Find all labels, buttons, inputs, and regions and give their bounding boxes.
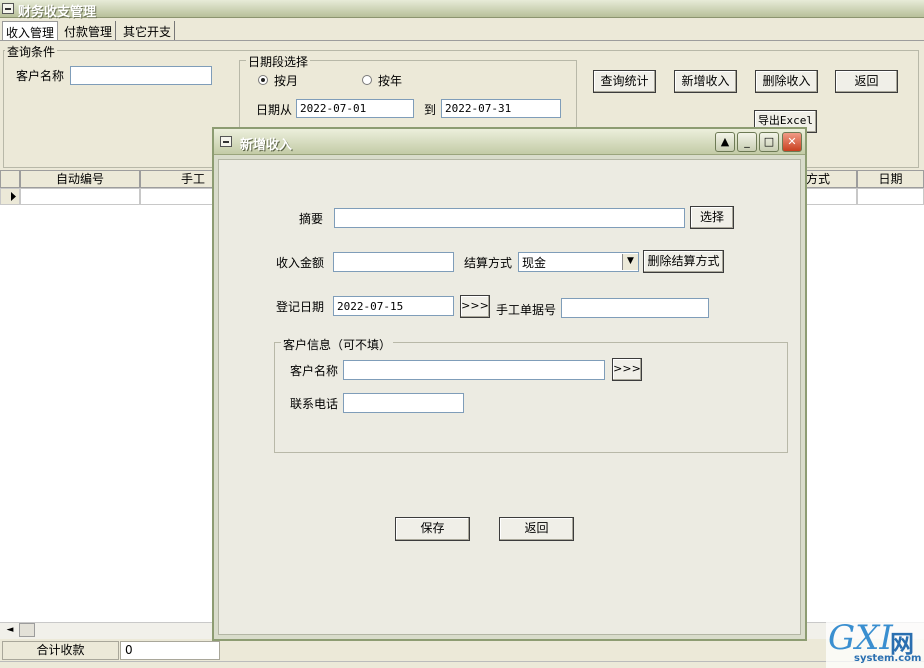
summary-input[interactable] (334, 208, 685, 228)
dialog-back-button[interactable]: 返回 (499, 517, 574, 541)
select-summary-button[interactable]: 选择 (690, 206, 734, 229)
summary-label: 摘要 (299, 212, 324, 226)
delete-income-button[interactable]: 删除收入 (755, 70, 818, 93)
amount-label: 收入金额 (276, 256, 325, 270)
dropdown-arrow-icon[interactable]: ▼ (622, 254, 638, 270)
manual-no-input[interactable] (561, 298, 709, 318)
minimize-icon[interactable]: _ (737, 132, 757, 152)
customer-name-field-label: 客户名称 (290, 364, 339, 378)
date-to-separator: 到 (424, 101, 437, 118)
amount-input[interactable] (333, 252, 454, 272)
maximize-icon[interactable]: □ (759, 132, 779, 152)
reg-date-label: 登记日期 (276, 300, 325, 314)
customer-info-group-label: 客户信息（可不填） (281, 336, 394, 353)
tab-other-expense[interactable]: 其它开支 (120, 21, 176, 41)
scroll-left-icon[interactable]: ◄ (2, 624, 18, 637)
settle-method-select[interactable]: 现金 (518, 252, 639, 272)
customer-name-input[interactable] (70, 66, 212, 85)
system-menu-icon[interactable] (2, 3, 14, 14)
date-range-groupbox (239, 60, 577, 130)
date-to-input[interactable] (441, 99, 561, 118)
customer-picker-button[interactable]: >>> (612, 358, 642, 381)
grid-col-manual-no[interactable]: 手工单 (140, 170, 214, 202)
reg-date-input[interactable] (333, 296, 454, 316)
radio-by-month[interactable] (258, 75, 268, 85)
dialog-client-area: 摘要 选择 收入金额 结算方式 现金 ▼ 删除结算方式 登记日期 >>> 手工单… (218, 159, 801, 635)
radio-by-year-label: 按年 (378, 74, 403, 88)
phone-input[interactable] (343, 393, 464, 413)
tab-payment[interactable]: 付款管理 (61, 21, 117, 41)
settle-method-value: 现金 (522, 256, 547, 270)
back-button[interactable]: 返回 (835, 70, 898, 93)
total-value: 0 (120, 641, 220, 660)
close-icon[interactable]: ✕ (782, 132, 802, 152)
add-income-button[interactable]: 新增收入 (674, 70, 737, 93)
reg-date-picker-button[interactable]: >>> (460, 295, 490, 318)
scroll-thumb[interactable] (19, 623, 35, 637)
grid-col-settle[interactable]: 方式 (805, 170, 857, 188)
watermark-domain: system.com (854, 653, 922, 664)
radio-by-month-label: 按月 (274, 74, 299, 88)
manual-no-label: 手工单据号 (496, 303, 557, 317)
dialog-system-menu-icon[interactable] (220, 136, 232, 147)
customer-name-label: 客户名称 (16, 69, 65, 83)
customer-name-field[interactable] (343, 360, 605, 380)
settle-method-label: 结算方式 (464, 256, 513, 270)
query-group-label: 查询条件 (5, 43, 58, 60)
add-income-dialog: 新增收入 ▲ _ □ ✕ 摘要 选择 收入金额 结算方式 现金 ▼ 删除结算方式… (212, 127, 807, 641)
date-from-input[interactable] (296, 99, 414, 118)
total-label: 合计收款 (2, 641, 119, 660)
grid-cell[interactable] (857, 188, 924, 205)
grid-corner-header (0, 170, 20, 188)
grid-col-date[interactable]: 日期 (857, 170, 924, 188)
radio-by-year[interactable] (362, 75, 372, 85)
save-button[interactable]: 保存 (395, 517, 470, 541)
dialog-title: 新增收入 (240, 138, 293, 153)
scroll-up-icon[interactable]: ▲ (715, 132, 735, 152)
status-strip (0, 661, 924, 668)
window-title: 财务收支管理 (18, 5, 97, 20)
phone-label: 联系电话 (290, 397, 339, 411)
grid-cell[interactable] (805, 188, 857, 205)
delete-settle-method-button[interactable]: 删除结算方式 (643, 250, 724, 273)
grid-cell[interactable] (20, 188, 140, 205)
grid-row-indicator (0, 188, 20, 205)
date-from-label: 日期从 (256, 103, 293, 117)
watermark-brand: GXI (828, 618, 893, 658)
date-range-group-label: 日期段选择 (246, 53, 311, 70)
watermark-logo: GXI 网 system.com (826, 618, 924, 668)
current-row-arrow-icon (11, 192, 16, 201)
query-stats-button[interactable]: 查询统计 (593, 70, 656, 93)
grid-cell[interactable] (140, 188, 214, 205)
tab-income[interactable]: 收入管理 (2, 21, 59, 41)
grid-col-auto-no[interactable]: 自动编号 (20, 170, 140, 188)
main-title-bar (0, 0, 924, 18)
tab-divider (0, 40, 924, 41)
